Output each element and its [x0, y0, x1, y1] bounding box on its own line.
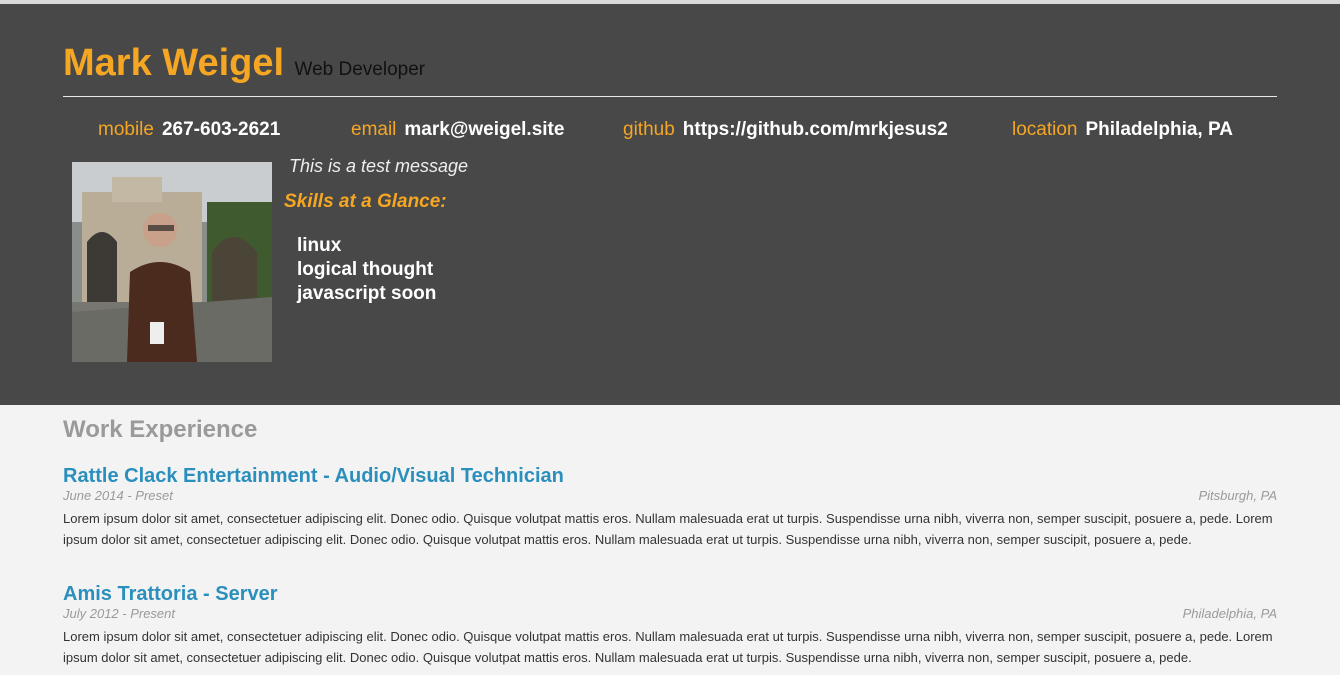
contact-value[interactable]: https://github.com/mrkjesus2	[683, 119, 948, 140]
contact-location: location Philadelphia, PA	[1012, 119, 1233, 141]
contact-email[interactable]: email mark@weigel.site	[351, 119, 564, 141]
contact-value: 267-603-2621	[161, 119, 281, 140]
job-description: Lorem ipsum dolor sit amet, consectetuer…	[63, 511, 1273, 547]
resume-header: Mark Weigel Web Developer mobile 267-603-…	[0, 4, 1340, 405]
contact-mobile: mobile 267-603-2621	[98, 119, 280, 141]
skill-item: linux	[297, 235, 342, 256]
job-title-link[interactable]: Amis Trattoria - Server	[63, 582, 1277, 606]
contact-github[interactable]: github https://github.com/mrkjesus2	[623, 119, 948, 141]
header-divider	[63, 96, 1277, 97]
job-meta: July 2012 - Present Philadelphia, PA	[63, 606, 1277, 623]
contact-value: Philadelphia, PA	[1085, 119, 1233, 140]
contact-label: email	[351, 119, 397, 140]
job-location: Philadelphia, PA	[1182, 606, 1277, 621]
job-title-link[interactable]: Rattle Clack Entertainment - Audio/Visua…	[63, 464, 1277, 488]
job-dates: July 2012 - Present	[63, 606, 176, 621]
person-name: Mark Weigel	[63, 42, 285, 84]
skills-title: Skills at a Glance:	[284, 191, 447, 212]
skill-item: javascript soon	[297, 283, 437, 304]
contact-value[interactable]: mark@weigel.site	[404, 119, 564, 140]
job-entry: Amis Trattoria - Server July 2012 - Pres…	[63, 582, 1277, 668]
skills-list: linux logical thought javascript soon	[297, 234, 436, 306]
contact-label: mobile	[98, 119, 154, 140]
skill-item: logical thought	[297, 259, 434, 280]
name-row: Mark Weigel Web Developer	[63, 42, 425, 85]
job-location: Pitsburgh, PA	[1198, 488, 1277, 503]
contact-label: location	[1012, 119, 1078, 140]
profile-photo-image	[72, 162, 272, 362]
tagline: This is a test message	[289, 156, 469, 176]
section-title: Work Experience	[63, 416, 258, 443]
job-meta: June 2014 - Preset Pitsburgh, PA	[63, 488, 1277, 505]
person-role: Web Developer	[294, 59, 426, 80]
job-entry: Rattle Clack Entertainment - Audio/Visua…	[63, 464, 1277, 550]
profile-photo	[72, 162, 272, 362]
job-dates: June 2014 - Preset	[63, 488, 173, 503]
contact-label: github	[623, 119, 675, 140]
job-description: Lorem ipsum dolor sit amet, consectetuer…	[63, 629, 1273, 665]
